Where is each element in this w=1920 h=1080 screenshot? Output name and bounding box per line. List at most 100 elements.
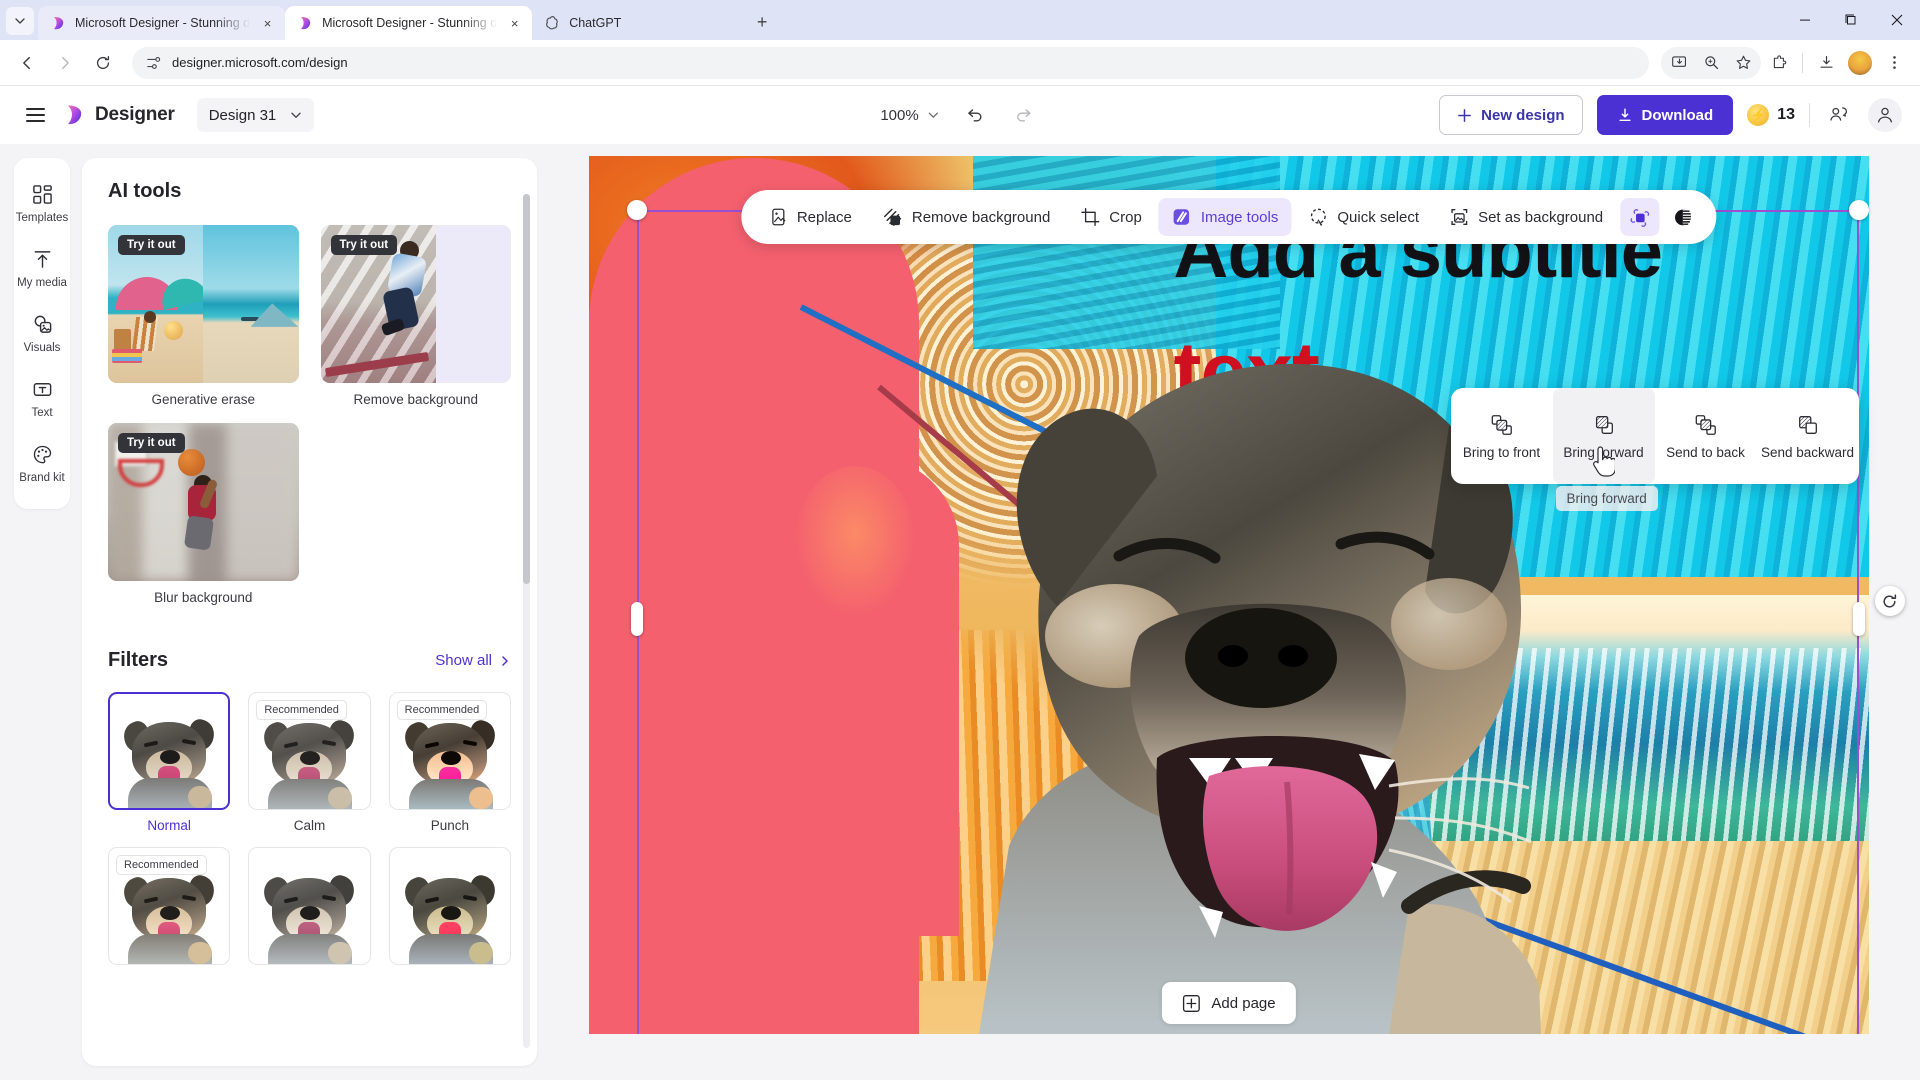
more-menu-icon[interactable] xyxy=(1878,47,1910,79)
menu-item-bring-to-front[interactable]: Bring to front xyxy=(1451,388,1553,484)
toolbar-item-set-as-background[interactable]: Set as background xyxy=(1436,198,1616,236)
filter-label: Punch xyxy=(430,818,469,833)
toolbar-item-quick-select[interactable]: Quick select xyxy=(1295,198,1432,236)
browser-tab-3[interactable]: ChatGPT xyxy=(532,6,742,40)
close-icon[interactable]: × xyxy=(259,15,276,32)
show-all-filters-button[interactable]: Show all xyxy=(435,652,511,669)
toolbar-item-label: Set as background xyxy=(1478,208,1604,226)
forward-icon[interactable] xyxy=(48,46,82,80)
toolbar-item-replace[interactable]: Replace xyxy=(755,198,865,236)
undo-button[interactable] xyxy=(960,100,990,130)
filters-header: Filters Show all xyxy=(108,649,511,672)
extensions-puzzle-icon[interactable] xyxy=(1763,47,1795,79)
tool-card-blur-background[interactable]: Try it out Blur background xyxy=(108,423,299,605)
try-it-out-badge: Try it out xyxy=(118,235,185,255)
menu-item-send-to-back[interactable]: Send to back xyxy=(1655,388,1757,484)
filter-thumbnail xyxy=(388,847,511,965)
filter-card-row2-3[interactable] xyxy=(388,847,511,965)
profile-avatar[interactable] xyxy=(1844,47,1876,79)
maximize-icon[interactable] xyxy=(1828,0,1874,40)
crop-icon xyxy=(1080,207,1100,227)
selection-handle-left-middle[interactable] xyxy=(630,602,643,636)
download-label: Download xyxy=(1641,106,1714,124)
document-title-chip[interactable]: Design 31 xyxy=(196,98,315,132)
filter-thumbnail: Recommended xyxy=(388,692,511,810)
close-icon[interactable] xyxy=(1874,0,1920,40)
minimize-icon[interactable] xyxy=(1782,0,1828,40)
site-settings-icon[interactable] xyxy=(146,55,162,71)
sidebar-item-text[interactable]: Text xyxy=(11,369,73,428)
new-design-button[interactable]: New design xyxy=(1439,95,1583,135)
zoom-control[interactable]: 100% xyxy=(880,107,939,124)
install-icon[interactable] xyxy=(1663,47,1695,79)
tool-card-remove-background[interactable]: Try it out Remove background xyxy=(320,225,511,407)
browser-action-icons xyxy=(1661,46,1910,79)
toolbar-item-layer-order[interactable] xyxy=(1620,198,1660,236)
filter-card-row2-1[interactable]: Recommended xyxy=(108,847,231,965)
filter-card-punch[interactable]: Recommended Punch xyxy=(388,692,511,833)
collaborate-button[interactable] xyxy=(1824,100,1854,130)
layer-order-menu: Bring to front Bring forward Send to bac… xyxy=(1450,388,1859,484)
menu-hamburger-icon[interactable] xyxy=(18,98,52,132)
panel-scrollbar-thumb[interactable] xyxy=(523,194,530,584)
tool-label: Remove background xyxy=(353,392,479,407)
menu-item-send-backward[interactable]: Send backward xyxy=(1757,388,1859,484)
artboard[interactable]: nding Add a subtitle text xyxy=(588,156,1869,1034)
toolbar-item-image-tools[interactable]: Image tools xyxy=(1158,198,1292,236)
credits-indicator[interactable]: ⚡ 13 xyxy=(1747,104,1795,126)
sidebar-item-brand-kit[interactable]: Brand kit xyxy=(11,434,73,493)
designer-icon xyxy=(50,15,66,31)
add-page-button[interactable]: Add page xyxy=(1161,982,1296,1024)
recommended-badge: Recommended xyxy=(396,700,488,720)
selection-handle-top-right[interactable] xyxy=(1848,200,1869,220)
app-body: Templates My media Visuals Text Brand ki… xyxy=(0,144,1920,1080)
menu-item-label: Send backward xyxy=(1760,444,1855,460)
selection-handle-top-left[interactable] xyxy=(626,200,647,220)
upload-arrow-icon xyxy=(32,249,53,270)
tab-search-button[interactable] xyxy=(6,7,34,35)
replace-image-icon xyxy=(768,207,788,227)
browser-tab-2[interactable]: Microsoft Designer - Stunning d × xyxy=(285,6,533,40)
toolbar-item-remove-background[interactable]: Remove background xyxy=(869,198,1063,236)
filter-label: Normal xyxy=(147,818,191,833)
rotate-handle[interactable] xyxy=(1874,586,1905,616)
user-account-button[interactable] xyxy=(1868,98,1902,132)
tool-card-generative-erase[interactable]: Try it out Generative erase xyxy=(108,225,299,407)
try-it-out-badge: Try it out xyxy=(330,235,398,255)
new-tab-button[interactable]: + xyxy=(748,8,776,36)
tools-panel: AI tools Try it out Generative erase Try… xyxy=(82,158,537,1066)
new-design-label: New design xyxy=(1481,106,1565,124)
visuals-image-icon xyxy=(32,314,53,335)
selection-handle-right-middle[interactable] xyxy=(1852,602,1865,636)
address-bar[interactable]: designer.microsoft.com/design xyxy=(132,46,1649,79)
redo-button[interactable] xyxy=(1010,100,1040,130)
browser-tab-strip: Microsoft Designer - Stunning d × Micros… xyxy=(0,0,1920,40)
sidebar-item-visuals[interactable]: Visuals xyxy=(11,304,73,363)
bookmark-star-icon[interactable] xyxy=(1727,47,1759,79)
recommended-badge: Recommended xyxy=(256,700,347,720)
document-title: Design 31 xyxy=(208,106,277,124)
close-icon[interactable]: × xyxy=(506,15,523,32)
filter-card-normal[interactable]: Normal xyxy=(108,692,231,833)
designer-brand[interactable]: Designer xyxy=(62,103,175,127)
set-as-background-icon xyxy=(1449,207,1469,227)
back-icon[interactable] xyxy=(10,46,44,80)
filter-card-calm[interactable]: Recommended Calm xyxy=(248,692,371,833)
ai-tools-grid: Try it out Generative erase Try it out R… xyxy=(108,225,511,605)
reload-icon[interactable] xyxy=(86,46,120,80)
toolbar-item-crop[interactable]: Crop xyxy=(1067,198,1155,236)
toolbar-item-transparency[interactable] xyxy=(1663,198,1702,236)
sidebar-item-label: Visuals xyxy=(23,342,61,354)
add-page-label: Add page xyxy=(1211,994,1276,1012)
sidebar-item-my-media[interactable]: My media xyxy=(11,239,73,298)
sidebar-item-templates[interactable]: Templates xyxy=(11,174,73,233)
filter-thumbnail: Recommended xyxy=(108,847,231,965)
send-to-back-icon xyxy=(1694,413,1718,437)
download-button[interactable]: Download xyxy=(1596,95,1734,135)
downloads-icon[interactable] xyxy=(1810,47,1842,79)
header-center-controls: 100% xyxy=(880,100,1039,130)
quick-select-icon xyxy=(1308,207,1328,227)
zoom-icon[interactable] xyxy=(1695,47,1727,79)
filter-card-row2-2[interactable] xyxy=(248,847,371,965)
browser-tab-1[interactable]: Microsoft Designer - Stunning d × xyxy=(38,6,286,40)
